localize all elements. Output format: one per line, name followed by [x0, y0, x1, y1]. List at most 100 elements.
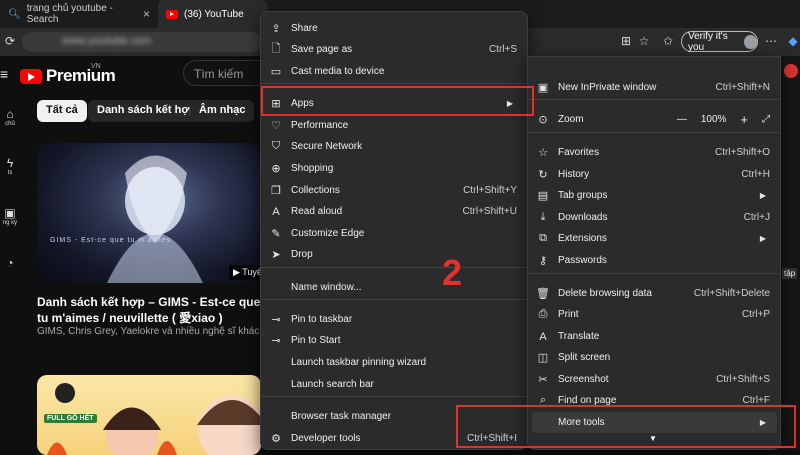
pin-start-icon: ⊸ — [271, 335, 281, 347]
menu-divider — [528, 273, 780, 274]
menu-item-launch-taskbar-pinning-wizard[interactable]: Launch taskbar pinning wizard — [261, 352, 527, 373]
notification-icon[interactable] — [784, 64, 798, 78]
chevron-right-icon: ▶ — [759, 191, 766, 200]
refresh-icon[interactable]: ⟳ — [3, 34, 17, 48]
avatar — [744, 34, 757, 49]
menu-item-shortcut: Ctrl+Shift+S — [716, 374, 770, 385]
extensions-icon: ⧉ — [539, 232, 547, 244]
menu-item-apps[interactable]: ⊞ Apps ▶ — [261, 93, 527, 114]
menu-item-shortcut: Ctrl+H — [741, 169, 770, 180]
menu-item-secure-network[interactable]: ⛉ Secure Network — [261, 136, 527, 157]
tab-youtube[interactable]: (36) YouTube — [158, 0, 268, 28]
translate-icon: A — [539, 330, 547, 343]
sidebar-item-label: ng ký — [2, 220, 18, 226]
chip-all[interactable]: Tất cả — [37, 100, 87, 122]
shorts-icon: ϟ — [6, 156, 14, 170]
inprivate-icon: ▣ — [537, 82, 549, 94]
menu-divider — [261, 83, 527, 84]
menu-item-browser-task-manager[interactable]: Browser task manager — [261, 406, 527, 427]
menu-item-passwords[interactable]: ⚷ Passwords — [528, 250, 780, 271]
mix-badge-label: Tuyể — [242, 267, 262, 277]
sidebar-item-you[interactable]: ◔ — [0, 256, 20, 270]
menu-item-favorites[interactable]: ☆ Favorites Ctrl+Shift+O — [528, 142, 780, 163]
drop-icon: ➤ — [271, 249, 281, 261]
menu-item-label: Find on page — [558, 395, 617, 406]
video-badge: FULL GỖ HẾT — [44, 414, 97, 423]
sidebar-item-home[interactable]: ⌂ chủ — [0, 107, 20, 127]
tab-search[interactable]: 🔍︎ trang chủ youtube - Search × — [0, 0, 158, 28]
menu-item-delete-browsing-data[interactable]: 🗑︎ Delete browsing data Ctrl+Shift+Delete — [528, 283, 780, 304]
menu-item-label: Delete browsing data — [558, 288, 652, 299]
menu-item-label: Launch search bar — [291, 379, 374, 390]
url-field[interactable]: www.youtube.com — [22, 32, 262, 52]
menu-item-label: Developer tools — [291, 433, 361, 444]
menu-item-print[interactable]: ⎙ Print Ctrl+P — [528, 304, 780, 325]
menu-item-cast-media-to-device[interactable]: ▭ Cast media to device — [261, 61, 527, 82]
more-options-icon[interactable]: ⋯ — [764, 34, 778, 48]
menu-item-shortcut: Ctrl+F — [742, 395, 771, 406]
logo-region: VN — [91, 63, 101, 70]
menu-item-customize-edge[interactable]: ✎ Customize Edge — [261, 223, 527, 244]
menu-item-extensions[interactable]: ⧉ Extensions ▶ — [528, 228, 780, 249]
menu-item-shortcut: Ctrl+J — [743, 212, 770, 223]
video-title[interactable]: Danh sách kết hợp – GIMS - Est-ce que tu… — [37, 294, 261, 326]
menu-item-drop[interactable]: ➤ Drop — [261, 244, 527, 265]
menu-item-label: Collections — [291, 185, 340, 196]
menu-item-developer-tools[interactable]: ⚙ Developer tools Ctrl+Shift+I — [261, 428, 527, 449]
menu-item-collections[interactable]: ❐ Collections Ctrl+Shift+Y — [261, 180, 527, 201]
menu-item-launch-search-bar[interactable]: Launch search bar — [261, 374, 527, 395]
menu-item-label: Name window... — [291, 282, 362, 293]
favorites-icon[interactable]: ✩ — [661, 34, 675, 48]
menu-item-tab-groups[interactable]: ▤ Tab groups ▶ — [528, 185, 780, 206]
chip-music[interactable]: Âm nhạc — [190, 100, 255, 122]
menu-item-shopping[interactable]: ⊕ Shopping — [261, 158, 527, 179]
zoom-out-button[interactable]: — — [677, 114, 687, 125]
menu-item-read-aloud[interactable]: A Read aloud Ctrl+Shift+U — [261, 201, 527, 222]
menu-item-performance[interactable]: ♡ Performance — [261, 115, 527, 136]
menu-item-find-on-page[interactable]: ⌕ Find on page Ctrl+F — [528, 390, 780, 411]
menu-item-label: Downloads — [558, 212, 608, 223]
menu-divider — [528, 132, 780, 133]
menu-item-more-tools[interactable]: More tools ▶ — [528, 412, 780, 433]
menu-item-label: Performance — [291, 120, 349, 131]
sidebar-item-subscriptions[interactable]: ▣ ng ký — [0, 206, 20, 226]
menu-item-downloads[interactable]: ⤓ Downloads Ctrl+J — [528, 207, 780, 228]
fullscreen-icon[interactable]: ⤢ — [762, 114, 770, 125]
split-screen-icon[interactable]: ⊞ — [619, 34, 633, 48]
menu-item-label: Tab groups — [558, 190, 608, 201]
menu-item-zoom[interactable]: ⊙ Zoom —100% + ⤢ — [528, 109, 780, 130]
menu-icon[interactable]: ≡ — [0, 66, 8, 82]
youtube-logo[interactable]: Premium — [20, 66, 116, 86]
menu-item-history[interactable]: ↻ History Ctrl+H — [528, 164, 780, 185]
zoom-value: 100% — [700, 114, 727, 125]
menu-item-save-page-as[interactable]: 🗋︎ Save page as Ctrl+S — [261, 39, 527, 60]
cast-icon: ▭ — [270, 66, 282, 78]
menu-item-pin-to-taskbar[interactable]: ⊸ Pin to taskbar — [261, 309, 527, 330]
subscriptions-icon: ▣ — [4, 206, 16, 220]
zoom-in-button[interactable]: + — [740, 112, 748, 127]
menu-item-name-window[interactable]: Name window... — [261, 277, 527, 298]
menu-item-translate[interactable]: A Translate — [528, 326, 780, 347]
scroll-down-icon[interactable]: ▼ — [649, 434, 657, 443]
sidebar-item-shorts[interactable]: ϟ ts — [0, 156, 20, 176]
sidebar-item-label: ts — [7, 170, 13, 176]
menu-item-screenshot[interactable]: ✂ Screenshot Ctrl+Shift+S — [528, 369, 780, 390]
chevron-right-icon: ▶ — [759, 418, 766, 427]
chip-mix[interactable]: Danh sách kết hợp — [88, 100, 205, 122]
more-tools-submenu: ⇪ Share 🗋︎ Save page as Ctrl+S ▭ Cast media to… — [260, 11, 528, 450]
read-aloud-icon: A — [272, 205, 280, 218]
verify-button[interactable]: Verify it's you — [681, 31, 758, 53]
video-thumbnail[interactable] — [37, 143, 261, 283]
share-icon: ⇪ — [271, 23, 281, 35]
menu-item-pin-to-start[interactable]: ⊸ Pin to Start — [261, 330, 527, 351]
copilot-icon[interactable]: ◆ — [786, 34, 800, 48]
downloads-icon: ⤓ — [540, 211, 546, 223]
menu-item-label: Shopping — [291, 163, 334, 174]
menu-item-new-inprivate-window[interactable]: ▣ New InPrivate window Ctrl+Shift+N — [528, 77, 780, 98]
favorite-star-icon[interactable]: ☆ — [637, 34, 651, 48]
menu-item-shortcut: Ctrl+Shift+Delete — [693, 288, 770, 299]
close-icon[interactable]: × — [143, 7, 150, 21]
menu-item-share[interactable]: ⇪ Share — [261, 18, 527, 39]
menu-item-label: Pin to taskbar — [291, 314, 353, 325]
menu-item-split-screen[interactable]: ◫ Split screen — [528, 347, 780, 368]
